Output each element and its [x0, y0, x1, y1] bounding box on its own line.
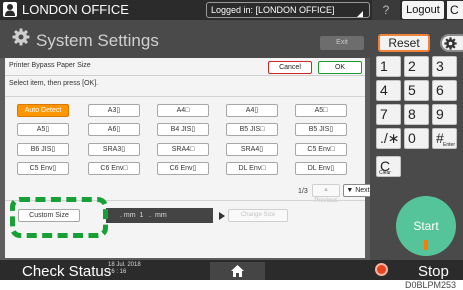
- key-6[interactable]: 6: [432, 80, 457, 101]
- key-4[interactable]: 4: [376, 80, 401, 101]
- key-enter[interactable]: # Enter: [432, 128, 457, 149]
- paper-size-button[interactable]: A6▯: [88, 123, 140, 136]
- paper-size-button[interactable]: B5 JIS□: [226, 123, 278, 136]
- key-clear-sublabel: Clear: [379, 170, 391, 176]
- login-status-corner-icon: [357, 11, 363, 17]
- user-icon: [3, 2, 17, 17]
- stop-icon: [375, 263, 388, 276]
- paper-size-button[interactable]: SRA3▯: [88, 143, 140, 156]
- page-indicator: 1/3: [298, 188, 308, 195]
- key-9[interactable]: 9: [432, 104, 457, 125]
- key-7[interactable]: 7: [376, 104, 401, 125]
- custom-size-display: . mm 1 . mm: [106, 208, 213, 223]
- paper-size-button[interactable]: A3▯: [88, 104, 140, 117]
- paper-size-button[interactable]: B5 JIS▯: [295, 123, 347, 136]
- divider: [5, 96, 365, 97]
- home-button[interactable]: [210, 262, 265, 280]
- date-time: 18 Jul. 2018 16 : 16: [108, 262, 141, 275]
- image-code: D0BLPM253: [405, 280, 457, 290]
- page-title: System Settings: [36, 31, 159, 50]
- key-5[interactable]: 5: [404, 80, 429, 101]
- paper-size-button[interactable]: DL Env□: [226, 162, 278, 175]
- settings-button[interactable]: [440, 34, 463, 52]
- edge-button[interactable]: C: [447, 1, 463, 19]
- paper-size-button[interactable]: SRA4▯: [226, 143, 278, 156]
- dialog-instruction: Select item, then press [OK].: [9, 80, 99, 87]
- paper-size-button[interactable]: B6 JIS▯: [17, 143, 69, 156]
- key-0[interactable]: 0: [404, 128, 429, 149]
- paper-size-button[interactable]: A5▯: [17, 123, 69, 136]
- check-status-button[interactable]: Check Status: [22, 263, 111, 281]
- key-3[interactable]: 3: [432, 56, 457, 77]
- home-icon: [231, 265, 244, 277]
- office-name: LONDON OFFICE: [22, 2, 129, 17]
- paper-size-button[interactable]: DL Env▯: [295, 162, 347, 175]
- start-indicator: [424, 240, 428, 250]
- reset-button[interactable]: Reset: [378, 34, 430, 52]
- key-2[interactable]: 2: [404, 56, 429, 77]
- paper-size-button[interactable]: SRA4□: [157, 143, 209, 156]
- paper-size-button[interactable]: A4▯: [226, 104, 278, 117]
- paper-size-button[interactable]: C5 Env▯: [17, 162, 69, 175]
- key-dot-star[interactable]: ./∗: [376, 128, 401, 149]
- paper-size-button[interactable]: C6 Env▯: [157, 162, 209, 175]
- previous-button[interactable]: ▲ Previous: [312, 184, 340, 204]
- login-status[interactable]: Logged in: [LONDON OFFICE]: [206, 2, 370, 18]
- logout-button[interactable]: Logout: [402, 1, 444, 19]
- arrow-right-icon: [219, 212, 225, 220]
- ok-button[interactable]: OK: [318, 61, 362, 74]
- highlight-callout: [10, 197, 108, 238]
- gear-icon: [444, 37, 457, 50]
- key-enter-sublabel: Enter: [443, 142, 455, 148]
- paper-size-button[interactable]: A5□: [295, 104, 347, 117]
- next-button[interactable]: ▼ Next: [343, 184, 373, 197]
- paper-size-button[interactable]: A4□: [157, 104, 209, 117]
- paper-size-button[interactable]: C5 Env□: [295, 143, 347, 156]
- key-clear[interactable]: C Clear: [376, 156, 401, 177]
- paper-size-button[interactable]: Auto Detect: [17, 104, 69, 117]
- change-size-button[interactable]: Change Size: [228, 209, 288, 222]
- cancel-button[interactable]: Cancel: [268, 61, 312, 74]
- paper-size-button[interactable]: C6 Env□: [88, 162, 140, 175]
- stop-button[interactable]: Stop: [418, 263, 449, 281]
- exit-button[interactable]: Exit: [320, 36, 364, 50]
- paper-size-button[interactable]: B4 JIS▯: [157, 123, 209, 136]
- gear-icon: [12, 28, 30, 51]
- help-button[interactable]: ?: [372, 0, 400, 20]
- key-8[interactable]: 8: [404, 104, 429, 125]
- dialog-title: Printer Bypass Paper Size: [9, 62, 91, 69]
- key-1[interactable]: 1: [376, 56, 401, 77]
